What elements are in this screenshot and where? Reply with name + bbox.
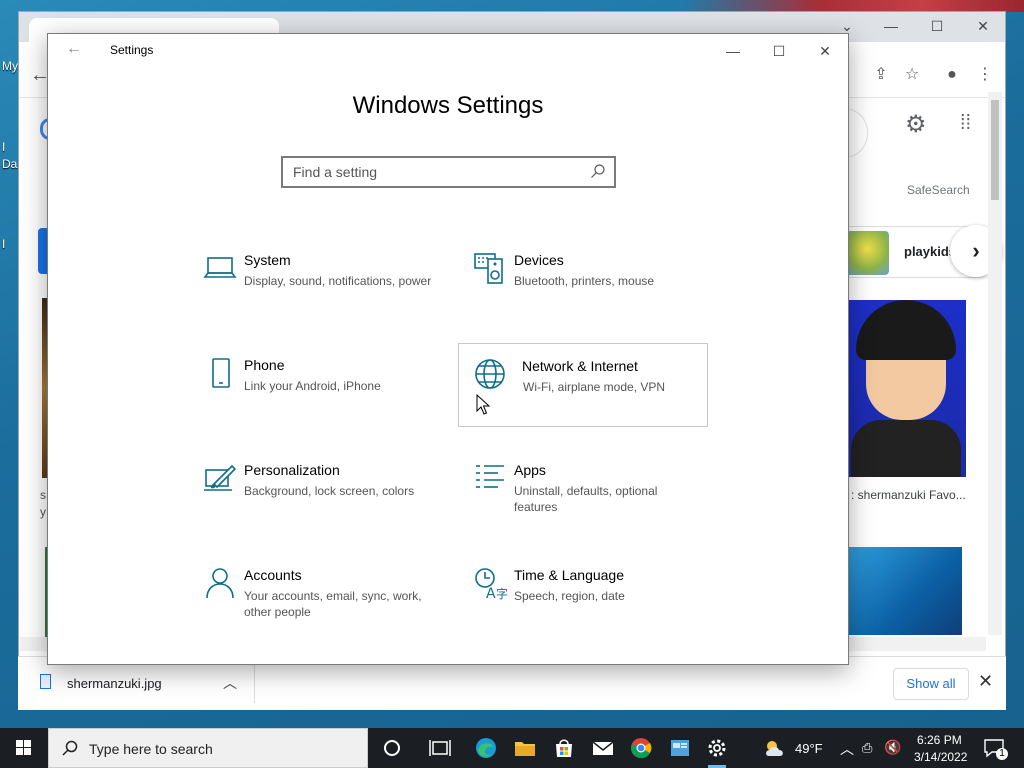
- maximize-icon[interactable]: ☐: [927, 18, 947, 36]
- windows-start-icon[interactable]: [0, 728, 48, 768]
- page-title: Windows Settings: [352, 92, 544, 119]
- vertical-scrollbar[interactable]: [988, 92, 1002, 635]
- task-view-icon[interactable]: [428, 736, 452, 760]
- divider: [254, 665, 255, 703]
- desktop-label[interactable]: Da: [2, 157, 17, 171]
- scrollbar-thumb[interactable]: [991, 100, 999, 200]
- tile-accounts[interactable]: Accounts Your accounts, email, sync, wor…: [194, 559, 444, 643]
- menu-kebab-icon[interactable]: ⋮: [974, 64, 996, 86]
- tile-description: Your accounts, email, sync, work, other …: [244, 589, 422, 619]
- tile-description: Speech, region, date: [514, 589, 625, 603]
- share-icon[interactable]: ⇪: [870, 64, 892, 86]
- settings-gear-icon[interactable]: [705, 736, 729, 760]
- file-icon: [40, 674, 51, 689]
- minimize-icon[interactable]: —: [881, 18, 901, 36]
- search-placeholder: Find a setting: [293, 164, 378, 180]
- cortana-icon[interactable]: [380, 736, 404, 760]
- tile-network-internet[interactable]: Network & Internet Wi-Fi, airplane mode,…: [458, 343, 708, 427]
- image-caption: s: [40, 488, 46, 502]
- minimize-icon[interactable]: —: [710, 38, 756, 64]
- paintbrush-icon: [204, 464, 237, 491]
- tile-description: Background, lock screen, colors: [244, 484, 415, 498]
- phone-icon: [212, 358, 230, 388]
- star-icon[interactable]: ☆: [901, 64, 923, 86]
- clock-language-icon: A字: [475, 568, 508, 601]
- tile-title: Time & Language: [514, 567, 624, 583]
- file-explorer-icon[interactable]: [513, 736, 537, 760]
- apps-grid-icon[interactable]: ⁞⁞: [960, 112, 971, 135]
- clock-date[interactable]: 3/14/2022: [914, 750, 967, 764]
- tile-system[interactable]: System Display, sound, notifications, po…: [194, 244, 444, 328]
- volume-muted-icon[interactable]: 🔇: [884, 739, 901, 756]
- apps-list-icon: [476, 465, 504, 488]
- weather-temperature[interactable]: 49°F: [795, 741, 823, 756]
- svg-text:字: 字: [496, 586, 508, 601]
- tile-title: System: [244, 252, 291, 268]
- window-title: Settings: [110, 43, 154, 57]
- close-icon[interactable]: ✕: [978, 671, 993, 692]
- chip-thumbnail: [845, 231, 889, 275]
- tile-personalization[interactable]: Personalization Background, lock screen,…: [194, 454, 444, 538]
- taskbar: Type here to search 49°F ︿ ⎙ 🔇 6:26 PM 3…: [0, 728, 1024, 768]
- mouse-cursor-icon: [476, 394, 490, 415]
- image-result[interactable]: [846, 547, 962, 635]
- download-filename[interactable]: shermanzuki.jpg: [67, 676, 162, 691]
- tile-phone[interactable]: Phone Link your Android, iPhone: [194, 349, 444, 433]
- settings-titlebar: ← Settings — ☐ ✕: [48, 34, 848, 66]
- settings-search-input[interactable]: Find a setting: [281, 156, 616, 188]
- image-figure-body: [851, 420, 961, 477]
- image-caption: y: [40, 505, 46, 519]
- tile-description: Wi-Fi, airplane mode, VPN: [523, 380, 666, 394]
- search-placeholder: Type here to search: [89, 741, 213, 757]
- chrome-icon[interactable]: [629, 736, 653, 760]
- image-caption[interactable]: : shermanzuki Favo...: [851, 488, 966, 502]
- close-icon[interactable]: ✕: [802, 38, 848, 64]
- tile-description: Bluetooth, printers, mouse: [514, 274, 655, 288]
- tile-apps[interactable]: Apps Uninstall, defaults, optional featu…: [464, 454, 714, 538]
- tile-time-language[interactable]: A字 Time & Language Speech, region, date: [464, 559, 714, 643]
- safesearch-label[interactable]: SafeSearch: [907, 183, 970, 197]
- desktop-label[interactable]: My: [2, 59, 18, 73]
- maximize-icon[interactable]: ☐: [756, 38, 802, 64]
- tile-description: Link your Android, iPhone: [244, 379, 381, 393]
- globe-icon: [475, 359, 505, 389]
- settings-window: ← Settings — ☐ ✕ Windows Settings Find a…: [47, 33, 849, 665]
- back-arrow-icon[interactable]: ←: [66, 40, 82, 58]
- search-icon: [62, 740, 78, 756]
- close-icon[interactable]: ✕: [973, 18, 993, 36]
- tile-description: Display, sound, notifications, power: [244, 274, 432, 288]
- image-figure-hair: [856, 300, 956, 360]
- tile-title: Accounts: [244, 567, 302, 583]
- network-icon[interactable]: ⎙: [862, 740, 872, 756]
- store-icon[interactable]: [552, 736, 576, 760]
- notification-badge: 1: [996, 748, 1008, 760]
- clock-time[interactable]: 6:26 PM: [917, 733, 962, 747]
- profile-icon[interactable]: ●: [941, 64, 963, 86]
- tile-devices[interactable]: Devices Bluetooth, printers, mouse: [464, 244, 714, 328]
- tile-title: Apps: [514, 462, 546, 478]
- chevron-up-icon[interactable]: ︿: [223, 673, 237, 693]
- tile-title: Phone: [244, 357, 285, 373]
- tile-title: Personalization: [244, 462, 340, 478]
- edge-icon[interactable]: [474, 736, 498, 760]
- gear-icon[interactable]: ⚙: [905, 110, 927, 139]
- desktop-label[interactable]: I: [2, 237, 5, 251]
- tile-description: Uninstall, defaults, optional features: [514, 484, 658, 514]
- keyboard-speaker-icon: [474, 253, 503, 284]
- chip-label: playkids: [904, 244, 957, 259]
- search-icon: [591, 164, 605, 178]
- laptop-icon: [203, 257, 237, 278]
- weather-cloud-icon[interactable]: [763, 738, 787, 758]
- show-all-button[interactable]: Show all: [893, 668, 969, 700]
- mail-icon[interactable]: [591, 736, 615, 760]
- chevron-up-icon[interactable]: ︿: [840, 739, 854, 759]
- person-icon: [206, 568, 234, 599]
- desktop-label[interactable]: I: [2, 140, 5, 154]
- taskbar-search-input[interactable]: Type here to search: [48, 728, 368, 768]
- control-panel-icon[interactable]: [668, 736, 692, 760]
- tile-title: Devices: [514, 252, 564, 268]
- image-result[interactable]: [846, 300, 966, 477]
- tile-title: Network & Internet: [522, 358, 638, 374]
- svg-text:A: A: [486, 586, 496, 601]
